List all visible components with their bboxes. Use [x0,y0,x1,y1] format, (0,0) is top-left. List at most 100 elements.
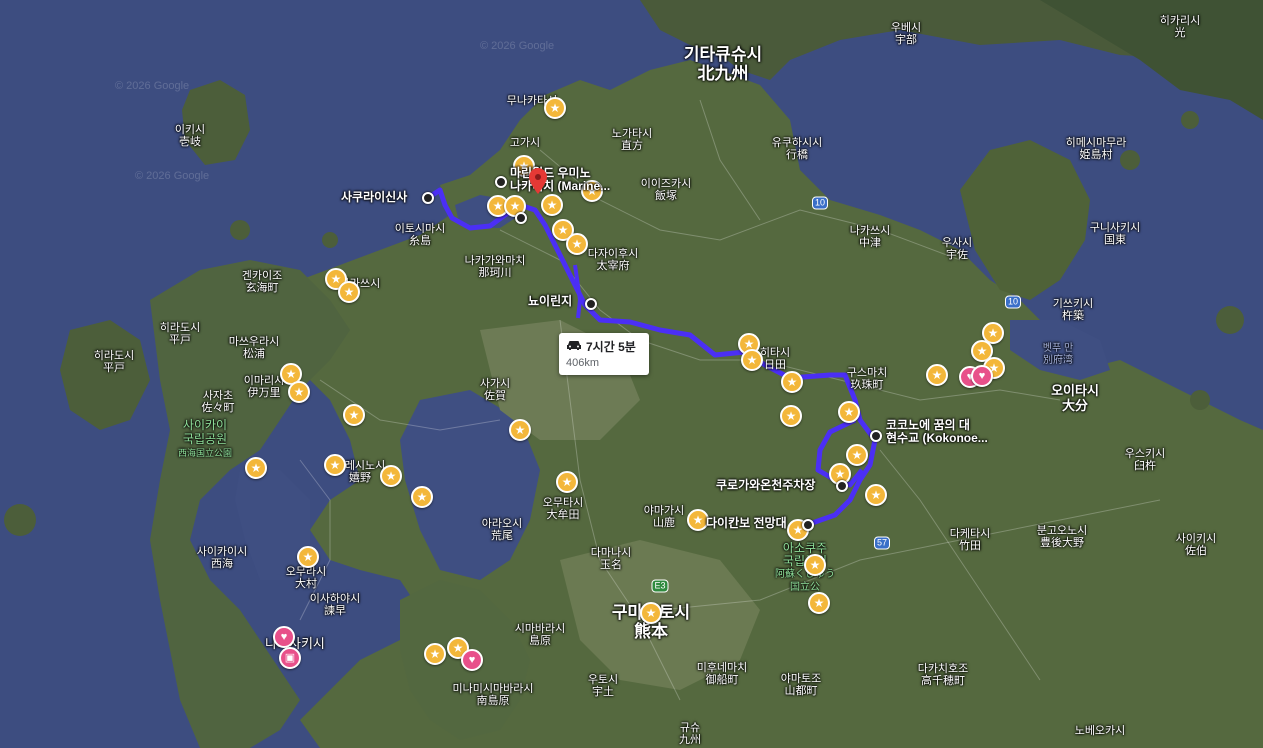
star-marker-icon[interactable]: ★ [245,457,267,479]
city-name-ja: 北九州 [697,64,749,83]
route-stop[interactable] [422,192,434,204]
expressway-shield: E3 [651,579,669,593]
route-stop[interactable] [515,212,527,224]
town-label: 사이키시 佐伯 [1175,533,1217,557]
car-icon [567,341,581,350]
route-distance: 406km [566,357,600,369]
town-label: 나카쓰시 中津 [849,225,891,249]
bay-label: 벳푸 만 別府湾 [1042,343,1074,366]
place-label-nyoirinji[interactable]: 뇨이린지 [528,295,572,308]
star-marker-icon[interactable]: ★ [741,349,763,371]
place-label-kurokawa-parking[interactable]: 쿠로가와온천주차장 [716,479,815,492]
town-label: 오무라시 大村 [285,566,327,590]
star-marker-icon[interactable]: ★ [865,484,887,506]
town-label: 이이즈카시 飯塚 [640,178,692,202]
town-label: 기쓰키시 杵築 [1052,298,1094,322]
star-marker-icon[interactable]: ★ [343,404,365,426]
route-stop[interactable] [495,176,507,188]
town-label: 구니사키시 国東 [1089,222,1141,246]
town-label: 다케타시 竹田 [949,528,991,552]
town-label: 이마리시 伊万里 [243,375,285,399]
heart-marker-icon[interactable]: ♥ [971,365,993,387]
town-label: 다마나시 玉名 [590,547,632,571]
town-label: 사가시 佐賀 [479,378,511,402]
star-marker-icon[interactable]: ★ [838,401,860,423]
lodging-marker-icon[interactable]: ▣ [279,647,301,669]
route-duration: 7시간 5분 [586,340,636,354]
place-label-daikanbo[interactable]: 다이칸보 전망대 [706,517,787,530]
town-label: 우사시 宇佐 [941,237,973,261]
town-label: 우토시 宇土 [587,674,619,698]
place-label-kokonoe-bridge[interactable]: 코코노에 꿈의 대 현수교 (Kokonoe... [886,419,988,445]
city-name-ja: 大分 [1061,398,1088,413]
place-label-sakurai-shrine[interactable]: 사쿠라이신사 [341,191,407,204]
town-label: 이토시마시 糸島 [394,223,446,247]
route-stop[interactable] [585,298,597,310]
town-label: 아라오시 荒尾 [481,518,523,542]
heart-marker-icon[interactable]: ♥ [273,626,295,648]
star-marker-icon[interactable]: ★ [556,471,578,493]
town-label: 야마토조 山都町 [780,673,822,697]
star-marker-icon[interactable]: ★ [808,592,830,614]
city-label-oita: 오이타시 大分 [1051,383,1099,413]
town-label: 시마바라시 島原 [514,623,566,647]
town-label: 야마가시 山鹿 [643,505,685,529]
route-info-card[interactable]: 7시간 5분 406km [559,333,649,375]
town-label: 미후네마치 御船町 [696,662,748,686]
star-marker-icon[interactable]: ★ [780,405,802,427]
star-marker-icon[interactable]: ★ [781,371,803,393]
town-label: 히메시마무라 姫島村 [1065,137,1127,161]
town-label: 오무타시 大牟田 [542,497,584,521]
town-label: 분고오노시 豊後大野 [1036,525,1088,549]
star-marker-icon[interactable]: ★ [380,465,402,487]
city-name-ko: 기타큐슈시 [683,45,763,64]
star-marker-icon[interactable]: ★ [846,444,868,466]
star-marker-icon[interactable]: ★ [338,281,360,303]
star-marker-icon[interactable]: ★ [288,381,310,403]
town-label: 우베시 宇部 [890,22,922,46]
town-label: 노베오카시 [1074,725,1126,737]
map-pin-icon[interactable] [529,168,547,194]
star-marker-icon[interactable]: ★ [509,419,531,441]
town-label: 겐카이조 玄海町 [241,270,283,294]
road-shield: 57 [873,536,891,550]
star-marker-icon[interactable]: ★ [324,454,346,476]
watermark: © 2026 Google [115,80,190,92]
place-name: 현수교 (Kokonoe... [886,431,988,445]
map-canvas[interactable]: © 2026 Google © 2026 Google © 2026 Googl… [0,0,1263,748]
town-label: 유쿠하시시 行橋 [771,137,823,161]
route-stop[interactable] [870,430,882,442]
star-marker-icon[interactable]: ★ [566,233,588,255]
town-label: 사자초 佐々町 [201,390,235,414]
town-label: 규슈 九州 [679,722,701,746]
place-label-marine-world[interactable]: 마린월드 우미노 나카미치 (Marine... [510,167,610,193]
star-marker-icon[interactable]: ★ [541,194,563,216]
watermark: © 2026 Google [480,40,555,52]
town-label: 이키시 壱岐 [174,124,206,148]
star-marker-icon[interactable]: ★ [411,486,433,508]
town-label: 사이카이시 西海 [196,546,248,570]
star-marker-icon[interactable]: ★ [640,602,662,624]
town-label: 우스키시 臼杵 [1124,448,1166,472]
route-stop[interactable] [802,519,814,531]
town-label: 이사하야시 諫早 [309,593,361,617]
town-label: 히라도시 平戸 [159,322,201,346]
route-stop[interactable] [836,480,848,492]
star-marker-icon[interactable]: ★ [297,546,319,568]
star-marker-icon[interactable]: ★ [544,97,566,119]
heart-marker-icon[interactable]: ♥ [461,649,483,671]
star-marker-icon[interactable]: ★ [926,364,948,386]
town-label: 미나미시마바라시 南島原 [452,683,534,707]
town-label: 히라도시 平戸 [93,350,135,374]
road-shield: 10 [811,196,829,210]
star-marker-icon[interactable]: ★ [424,643,446,665]
town-label: 나카가와마치 那珂川 [464,255,526,279]
town-label: 히타시 日田 [759,347,791,371]
star-marker-icon[interactable]: ★ [804,554,826,576]
town-label: 마쓰우라시 松浦 [228,336,280,360]
town-label: 히카리시 光 [1159,15,1201,39]
town-label: 노가타시 直方 [611,128,653,152]
town-label: 다자이후시 太宰府 [587,248,639,272]
city-label-kitakyushu: 기타큐슈시 北九州 [684,45,762,83]
place-name: 나카미치 (Marine... [510,179,611,193]
